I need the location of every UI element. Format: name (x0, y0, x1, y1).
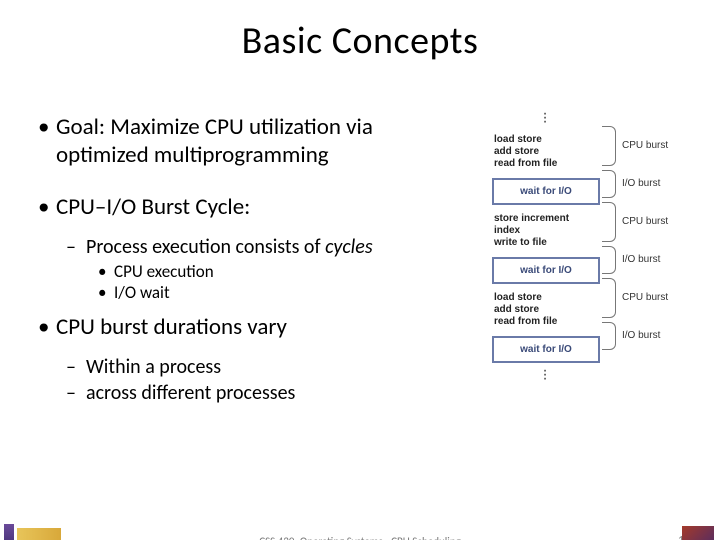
bullet-goal-text: Goal: Maximize CPU utilization via optim… (56, 113, 468, 169)
label-cpu-burst-1: CPU burst (622, 140, 668, 151)
bullet-io-wait: •I/O wait (98, 282, 468, 303)
slide-body: •Goal: Maximize CPU utilization via opti… (38, 113, 468, 407)
brace-icon (602, 126, 616, 166)
burst-diagram: ··· load store add store read from file … (492, 108, 692, 478)
label-io-burst-3: I/O burst (622, 330, 660, 341)
brace-icon (602, 278, 616, 318)
instr-block-2: store increment index write to file (492, 207, 600, 255)
instr-block-3: load store add store read from file (492, 286, 600, 334)
bullet-vary-s2: –across different processes (66, 381, 468, 405)
bullet-goal: •Goal: Maximize CPU utilization via opti… (38, 113, 468, 169)
bullet-vary-text: CPU burst durations vary (56, 313, 287, 341)
io-wait-box-3: wait for I/O (492, 336, 600, 363)
bullet-cpu-exec-text: CPU execution (114, 261, 214, 282)
io-wait-box-1: wait for I/O (492, 178, 600, 205)
bullet-cycle-sub-italic: cycles (325, 235, 373, 259)
brace-icon (602, 322, 616, 350)
vdots-icon: ··· (492, 365, 600, 385)
label-io-burst-2: I/O burst (622, 254, 660, 265)
label-cpu-burst-2: CPU burst (622, 216, 668, 227)
bullet-cycle-sub-text: Process execution consists of (86, 235, 325, 259)
io-wait-box-2: wait for I/O (492, 257, 600, 284)
uwb-css-logo: CSS (4, 522, 90, 540)
bullet-cycle: •CPU–I/O Burst Cycle: (38, 193, 468, 221)
footer-text: CSS 430: Operating Systems - CPU Schedul… (0, 535, 720, 540)
diagram-left-col: ··· load store add store read from file … (492, 108, 600, 385)
bullet-vary: •CPU burst durations vary (38, 313, 468, 341)
slide: Basic Concepts •Goal: Maximize CPU utili… (0, 18, 720, 540)
bullet-cycle-text: CPU–I/O Burst Cycle: (56, 193, 250, 221)
bullet-vary-s1-text: Within a process (86, 355, 221, 379)
brace-icon (602, 170, 616, 198)
bullet-io-wait-text: I/O wait (114, 282, 170, 303)
label-io-burst-1: I/O burst (622, 178, 660, 189)
label-cpu-burst-3: CPU burst (622, 292, 668, 303)
bullet-vary-s2-text: across different processes (86, 381, 295, 405)
vdots-icon: ··· (492, 108, 600, 128)
bullet-cycle-sub: –Process execution consists of cycles (66, 235, 468, 259)
brace-icon (602, 246, 616, 274)
brace-icon (602, 202, 616, 242)
bullet-vary-s1: –Within a process (66, 355, 468, 379)
slide-title: Basic Concepts (0, 18, 720, 64)
instr-block-1: load store add store read from file (492, 128, 600, 176)
textbook-thumbnail (682, 526, 714, 540)
bullet-cpu-exec: •CPU execution (98, 261, 468, 282)
